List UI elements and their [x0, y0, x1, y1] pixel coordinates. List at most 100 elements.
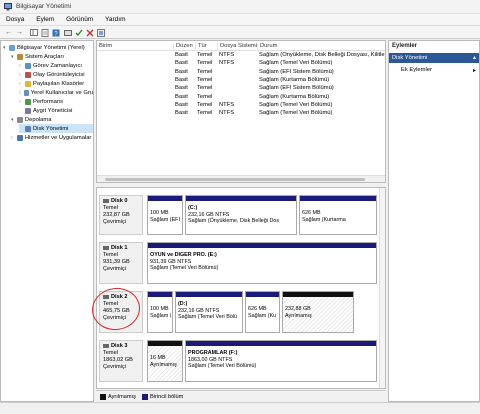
disk-icon: [103, 245, 109, 250]
tree-item-label: Görev Zamanlayıcı: [33, 62, 82, 69]
volume-type: Temel: [197, 93, 213, 100]
tree-item-label: Sistem Araçları: [25, 53, 64, 60]
users-icon: [23, 89, 29, 96]
computer-management-icon: [4, 3, 12, 11]
volume-row[interactable]: OYUN ve DİĞER PRO. (E:)BasitTemelNTFSSağ…: [97, 102, 385, 110]
navigation-tree: ▾ Bilgisayar Yönetimi (Yerel) ▾ Sistem Araç…: [0, 40, 94, 402]
disk-view-icon[interactable]: [63, 28, 72, 37]
partition[interactable]: 626 MB Sağlam (Ku: [245, 291, 280, 333]
help-icon[interactable]: ?: [51, 28, 60, 37]
volume-row[interactable]: (Disk 0 Bölüm 4)BasitTemelSağlam (Kurtar…: [97, 77, 385, 85]
volume-row[interactable]: (Disk 2 Bölüm 4)BasitTemelSağlam (Kurtar…: [97, 94, 385, 102]
chevron-right-icon[interactable]: ›: [19, 99, 24, 105]
tree-item[interactable]: › Performans: [19, 97, 93, 106]
partition[interactable]: OYUN ve DİĞER PRO. (E:) 931,39 GB NTFS Sağ…: [147, 242, 377, 284]
volume-fs: NTFS: [219, 110, 235, 117]
volume-row[interactable]: (C:)BasitTemelNTFSSağlam (Önyükleme, Dis…: [97, 52, 385, 60]
disk-size: 931,39 GB: [103, 259, 130, 265]
partition-status: Ayrılmamış: [150, 361, 177, 368]
partition-status: Sağlam (Ku: [248, 312, 277, 319]
chevron-right-icon[interactable]: ›: [19, 63, 24, 69]
chevron-right-icon[interactable]: ›: [19, 90, 23, 96]
volume-row[interactable]: (D:)BasitTemelNTFSSağlam (Temel Veri Böl…: [97, 60, 385, 68]
tree-item[interactable]: Aygıt Yöneticisi: [19, 106, 93, 115]
partition-status: Sağlam (Temel Veri Bölümü): [150, 265, 219, 271]
volume-list-header: Birim Düzen Tür Dosya Sistemi Durum: [97, 41, 385, 51]
partition-bar: [246, 292, 279, 297]
partition-bar: [300, 196, 376, 201]
primary-swatch: [142, 394, 148, 400]
options-icon[interactable]: [96, 28, 105, 37]
chevron-down-icon[interactable]: ▾: [11, 54, 16, 60]
vertical-scrollbar[interactable]: [379, 188, 385, 388]
disk-label[interactable]: Disk 3 Temel 1863,02 GB Çevrimiçi: [99, 340, 143, 382]
column-header-layout[interactable]: Düzen: [173, 43, 193, 51]
legend-unallocated: Ayrılmamış: [108, 394, 136, 400]
scroll-thumb[interactable]: [105, 178, 365, 181]
partition[interactable]: 100 MBSağlam (EFI: [147, 291, 173, 333]
properties-icon[interactable]: [40, 28, 49, 37]
partition[interactable]: (C:) 232,16 GB NTFS Sağlam (Önyükleme, Dis…: [185, 195, 297, 235]
forward-icon[interactable]: →: [15, 28, 24, 37]
tree-item[interactable]: › Yerel Kullanıcılar ve Gru: [19, 88, 93, 97]
device-icon: [25, 107, 31, 114]
legend-primary: Birincil bölüm: [150, 394, 184, 400]
show-tree-icon[interactable]: [29, 28, 38, 37]
menu-file[interactable]: Dosya: [0, 14, 28, 23]
chevron-down-icon[interactable]: ▾: [11, 117, 16, 123]
chevron-down-icon[interactable]: ▾: [3, 45, 8, 51]
delete-icon[interactable]: [85, 28, 94, 37]
partition[interactable]: 232,88 GB Ayrılmamış: [282, 291, 354, 333]
action-disk-management-label: Disk Yönetimi: [392, 55, 428, 61]
volume-type: Temel: [197, 52, 213, 58]
volume-status: Sağlam (Temel Veri Bölümü): [259, 110, 333, 117]
partition[interactable]: 626 MB Sağlam (Kurtarma: [299, 195, 377, 235]
chevron-right-icon[interactable]: ›: [19, 81, 24, 87]
chevron-down-icon[interactable]: ›: [11, 135, 16, 141]
partition-status: Sağlam (Temel Veri Bölümü): [188, 363, 257, 369]
column-header-type[interactable]: Tür: [195, 43, 207, 51]
volume-fs: NTFS: [219, 52, 235, 58]
tree-item[interactable]: › Olay Görüntüleyicisi: [19, 70, 93, 79]
tree-item[interactable]: ▾ Depolama: [11, 115, 93, 124]
volume-row[interactable]: PROGRAMLAR (F:)BasitTemelNTFSSağlam (Tem…: [97, 110, 385, 118]
disk-name: Disk 1: [103, 245, 139, 252]
check-icon[interactable]: [74, 28, 83, 37]
partition-text: 626 MB Sağlam (Kurtarma: [302, 210, 375, 223]
partition[interactable]: 100 MBSağlam (EFI: [147, 195, 183, 235]
column-header-filesystem[interactable]: Dosya Sistemi: [217, 43, 257, 51]
menu-action[interactable]: Eylem: [30, 14, 58, 23]
action-more-actions[interactable]: Ek Eylemler ▸: [389, 65, 479, 75]
partition-bar: [176, 292, 242, 297]
menu-help[interactable]: Yardım: [99, 14, 129, 23]
tree-item-label: Aygıt Yöneticisi: [33, 107, 73, 114]
back-icon[interactable]: ←: [4, 28, 13, 37]
tree-item[interactable]: ▾ Sistem Araçları: [11, 52, 93, 61]
horizontal-scrollbar[interactable]: [97, 175, 385, 182]
disk-label[interactable]: Disk 1 Temel 931,39 GB Çevrimiçi: [99, 242, 143, 284]
disk-icon: [103, 198, 109, 203]
tree-item-label: Disk Yönetimi: [33, 125, 69, 132]
partition-text: 100 MBSağlam (EFI: [150, 210, 181, 223]
column-header-volume[interactable]: Birim: [97, 43, 112, 51]
volume-status: Sağlam (Temel Veri Bölümü): [259, 60, 333, 67]
tree-item[interactable]: › Paylaşılan Klasörler: [19, 79, 93, 88]
column-header-status[interactable]: Durum: [257, 43, 277, 51]
volume-row[interactable]: (Disk 0 Bölüm 1)BasitTemelSağlam (EFI Si…: [97, 69, 385, 77]
tree-item[interactable]: › Görev Zamanlayıcı: [19, 61, 93, 70]
volume-type: Temel: [197, 68, 213, 75]
tree-item-label: Paylaşılan Klasörler: [33, 80, 85, 87]
tree-item[interactable]: › Hizmetler ve Uygulamalar: [11, 133, 93, 142]
partition[interactable]: PROGRAMLAR (F:) 1863,00 GB NTFS Sağlam (Te…: [185, 340, 377, 382]
chevron-right-icon: ▸: [472, 68, 476, 74]
partition[interactable]: (D:) 232,16 GB NTFS Sağlam (Temel Veri Böl…: [175, 291, 243, 333]
menu-bar: Dosya Eylem Görünüm Yardım: [0, 14, 480, 26]
disk-label[interactable]: Disk 0 Temel 232,87 GB Çevrimiçi: [99, 195, 143, 235]
tree-item[interactable]: ▾ Bilgisayar Yönetimi (Yerel): [3, 43, 93, 52]
menu-view[interactable]: Görünüm: [60, 14, 97, 23]
partition[interactable]: 16 MB Ayrılmamış: [147, 340, 183, 382]
volume-row[interactable]: (Disk 2 Bölüm 1)BasitTemelSağlam (EFI Si…: [97, 85, 385, 93]
action-disk-management[interactable]: Disk Yönetimi ▴: [389, 53, 479, 63]
chevron-right-icon[interactable]: ›: [19, 72, 24, 78]
tree-item[interactable]: Disk Yönetimi: [19, 124, 93, 133]
